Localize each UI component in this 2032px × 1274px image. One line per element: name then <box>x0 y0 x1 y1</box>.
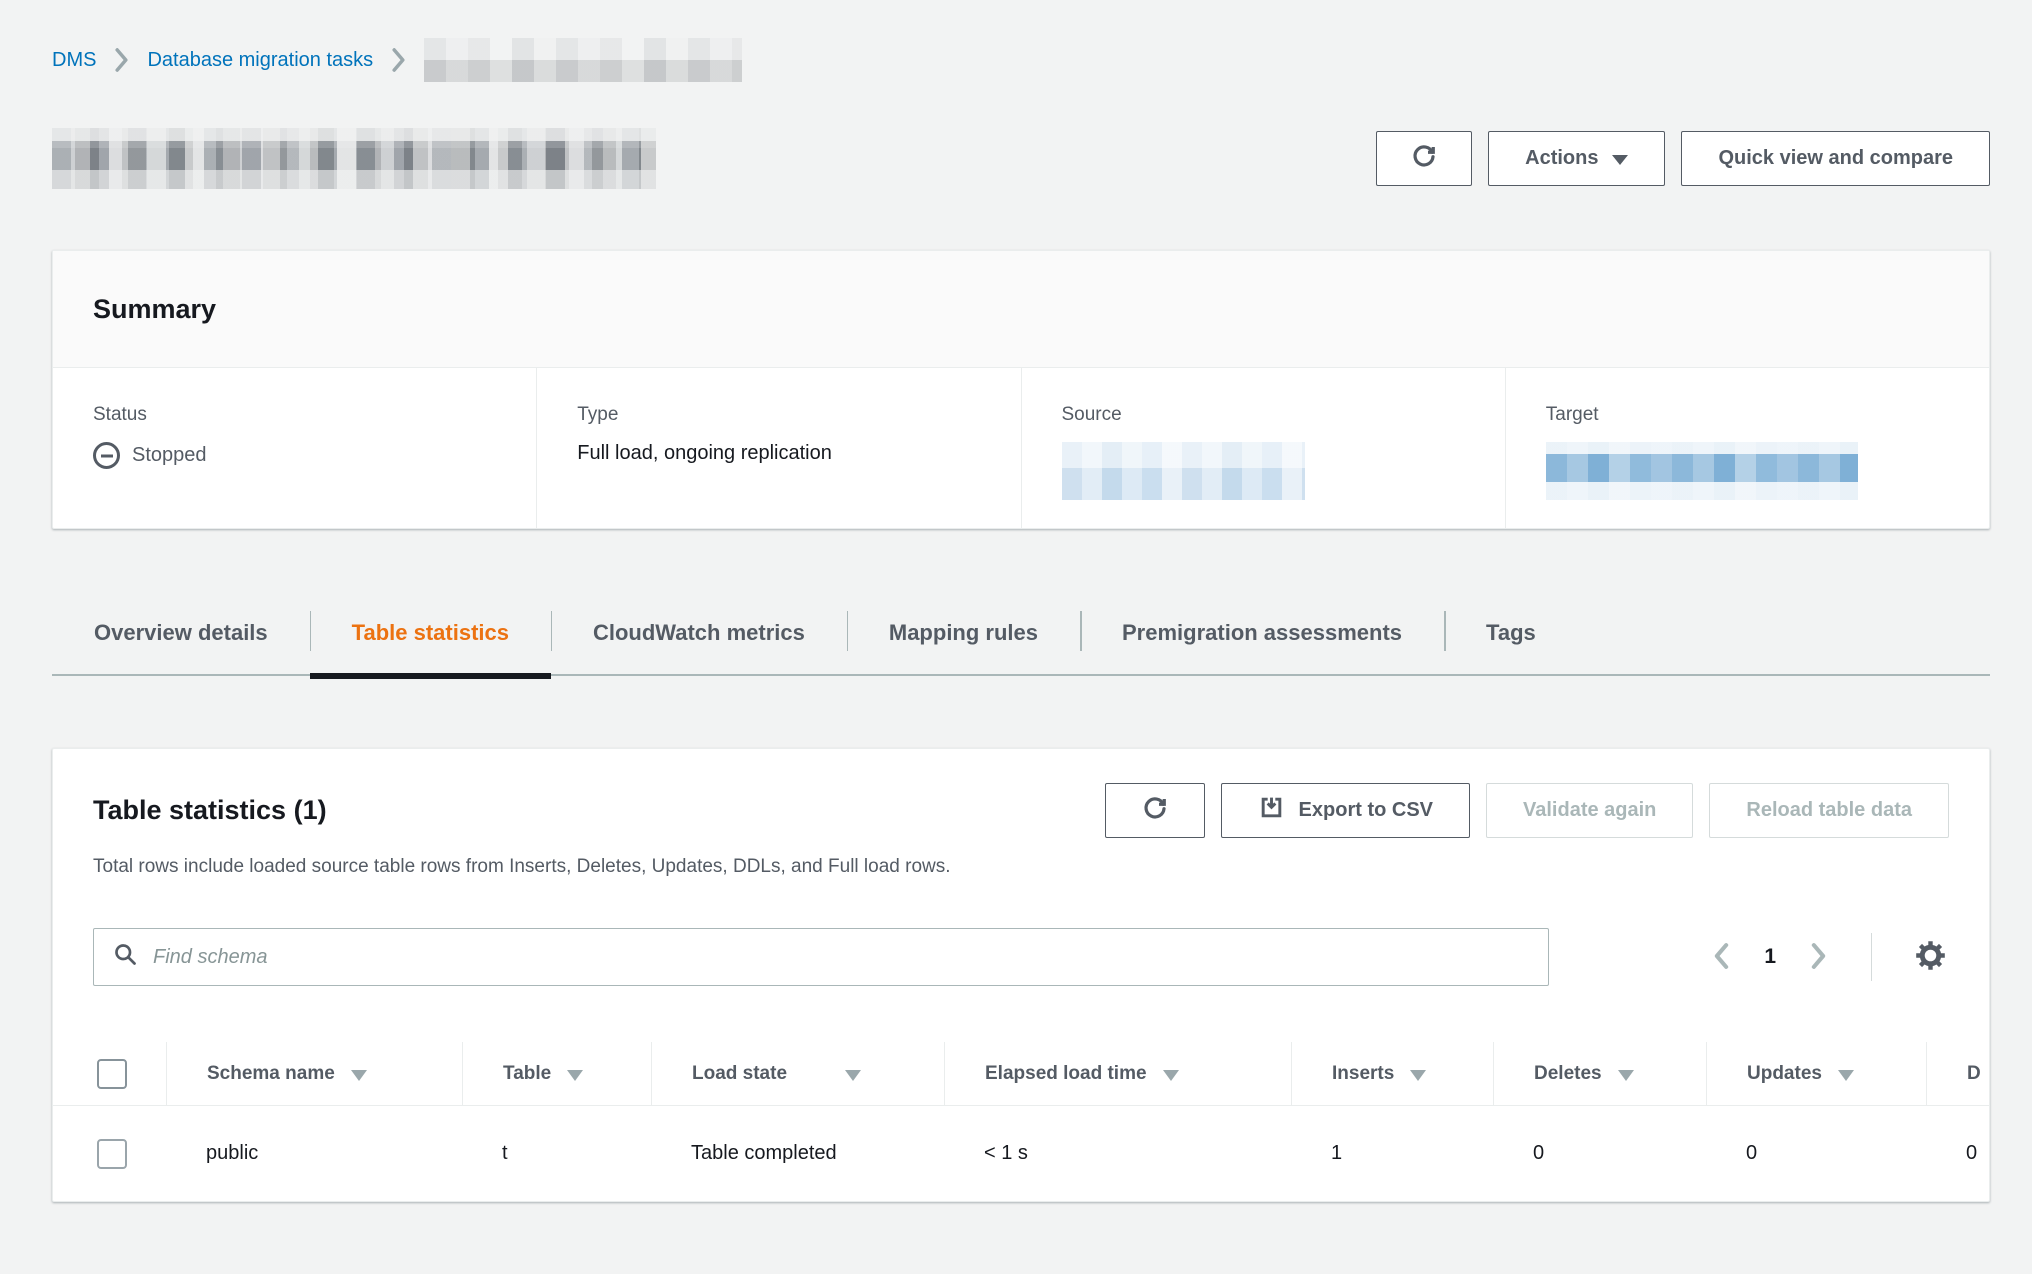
cell-table: t <box>462 1106 651 1201</box>
pagination: 1 <box>1709 933 1949 981</box>
tab-cloudwatch-metrics[interactable]: CloudWatch metrics <box>551 590 847 676</box>
chevron-right-icon <box>1810 942 1827 973</box>
divider <box>1871 933 1872 981</box>
column-header-schema-name[interactable]: Schema name <box>207 1063 335 1085</box>
validate-again-button[interactable]: Validate again <box>1486 783 1693 838</box>
cell-inserts: 1 <box>1291 1106 1493 1201</box>
gear-icon <box>1914 939 1947 975</box>
sort-icon[interactable] <box>1838 1070 1854 1081</box>
cell-deletes: 0 <box>1493 1106 1706 1201</box>
chevron-right-icon <box>391 47 406 73</box>
redacted-page-title <box>52 128 656 189</box>
tab-table-statistics[interactable]: Table statistics <box>310 590 551 676</box>
status-text: Stopped <box>132 444 207 467</box>
summary-body: Status Stopped Type Full load, ongoing r… <box>53 368 1989 528</box>
redacted-source-value <box>1062 442 1305 500</box>
quick-view-compare-button[interactable]: Quick view and compare <box>1681 131 1990 186</box>
sort-icon[interactable] <box>567 1070 583 1081</box>
breadcrumb: DMS Database migration tasks <box>52 38 1990 82</box>
source-label: Source <box>1062 404 1485 426</box>
reload-table-data-label: Reload table data <box>1746 799 1912 822</box>
search-icon <box>112 941 139 973</box>
stopped-icon <box>93 442 120 469</box>
breadcrumb-dms-link[interactable]: DMS <box>52 49 96 72</box>
breadcrumb-tasks-link[interactable]: Database migration tasks <box>147 49 373 72</box>
cell-elapsed-load-time: < 1 s <box>944 1106 1291 1201</box>
reload-table-data-button[interactable]: Reload table data <box>1709 783 1949 838</box>
dms-task-page: DMS Database migration tasks Actions <box>0 0 2032 1202</box>
validate-again-label: Validate again <box>1523 799 1656 822</box>
sort-icon[interactable] <box>1163 1070 1179 1081</box>
sort-icon[interactable] <box>845 1070 861 1081</box>
sort-icon[interactable] <box>351 1070 367 1081</box>
status-value: Stopped <box>93 442 516 469</box>
summary-target-column: Target <box>1505 368 1989 528</box>
table-statistics-table: Schema name Table Load state Elapsed loa… <box>53 1042 1989 1201</box>
table-tools-row: 1 <box>53 928 1989 986</box>
chevron-right-icon <box>114 47 129 73</box>
column-header-inserts[interactable]: Inserts <box>1332 1063 1394 1085</box>
type-value: Full load, ongoing replication <box>577 442 1000 465</box>
column-header-load-state[interactable]: Load state <box>692 1063 787 1085</box>
column-header-ddls-clipped[interactable]: D <box>1967 1063 1981 1085</box>
summary-card-header: Summary <box>53 251 1989 368</box>
cell-load-state: Table completed <box>651 1106 944 1201</box>
table-statistics-header: Table statistics (1) <box>53 783 1989 838</box>
refresh-button[interactable] <box>1376 131 1472 186</box>
export-csv-button[interactable]: Export to CSV <box>1221 783 1470 838</box>
row-checkbox[interactable] <box>97 1139 127 1169</box>
find-schema-input[interactable] <box>153 946 1530 969</box>
summary-type-column: Type Full load, ongoing replication <box>536 368 1020 528</box>
refresh-icon <box>1409 141 1439 177</box>
next-page-button[interactable] <box>1806 938 1831 977</box>
chevron-left-icon <box>1713 942 1730 973</box>
table-statistics-panel: Table statistics (1) <box>52 748 1990 1202</box>
cell-ddls-clipped: 0 <box>1926 1106 1989 1201</box>
actions-button[interactable]: Actions <box>1488 131 1665 186</box>
column-header-updates[interactable]: Updates <box>1747 1063 1822 1085</box>
tab-overview-details[interactable]: Overview details <box>52 590 310 676</box>
schema-search-box <box>93 928 1549 986</box>
quick-view-compare-label: Quick view and compare <box>1718 147 1953 170</box>
page-header: Actions Quick view and compare <box>52 128 1990 189</box>
refresh-icon <box>1140 793 1170 829</box>
column-header-elapsed-load-time[interactable]: Elapsed load time <box>985 1063 1147 1085</box>
redacted-task-name-breadcrumb <box>424 38 742 82</box>
summary-status-column: Status Stopped <box>53 368 536 528</box>
tab-mapping-rules[interactable]: Mapping rules <box>847 590 1080 676</box>
summary-card: Summary Status Stopped Type Full load, o… <box>52 250 1990 529</box>
task-detail-tabs: Overview details Table statistics CloudW… <box>52 590 1990 676</box>
cell-schema-name: public <box>166 1106 462 1201</box>
type-label: Type <box>577 404 1000 426</box>
table-statistics-actions: Export to CSV Validate again Reload tabl… <box>1105 783 1949 838</box>
export-csv-label: Export to CSV <box>1299 799 1433 822</box>
table-settings-button[interactable] <box>1912 937 1949 977</box>
tab-premigration-assessments[interactable]: Premigration assessments <box>1080 590 1444 676</box>
table-row: public t Table completed < 1 s 1 0 0 0 <box>53 1106 1989 1201</box>
summary-title: Summary <box>93 294 216 325</box>
sort-icon[interactable] <box>1618 1070 1634 1081</box>
previous-page-button[interactable] <box>1709 938 1734 977</box>
actions-button-label: Actions <box>1525 147 1598 170</box>
current-page-number[interactable]: 1 <box>1764 945 1776 969</box>
sort-icon[interactable] <box>1410 1070 1426 1081</box>
chevron-down-icon <box>1612 155 1628 165</box>
table-header-row: Schema name Table Load state Elapsed loa… <box>53 1042 1989 1106</box>
download-icon <box>1258 794 1285 827</box>
cell-updates: 0 <box>1706 1106 1926 1201</box>
status-label: Status <box>93 404 516 426</box>
redacted-target-value <box>1546 442 1858 500</box>
table-refresh-button[interactable] <box>1105 783 1205 838</box>
table-statistics-description: Total rows include loaded source table r… <box>53 838 1989 880</box>
header-actions: Actions Quick view and compare <box>1376 131 1990 186</box>
summary-source-column: Source <box>1021 368 1505 528</box>
table-statistics-title: Table statistics (1) <box>93 795 327 826</box>
column-header-deletes[interactable]: Deletes <box>1534 1063 1602 1085</box>
target-label: Target <box>1546 404 1969 426</box>
column-header-table[interactable]: Table <box>503 1063 551 1085</box>
select-all-checkbox[interactable] <box>97 1059 127 1089</box>
tab-tags[interactable]: Tags <box>1444 590 1578 676</box>
